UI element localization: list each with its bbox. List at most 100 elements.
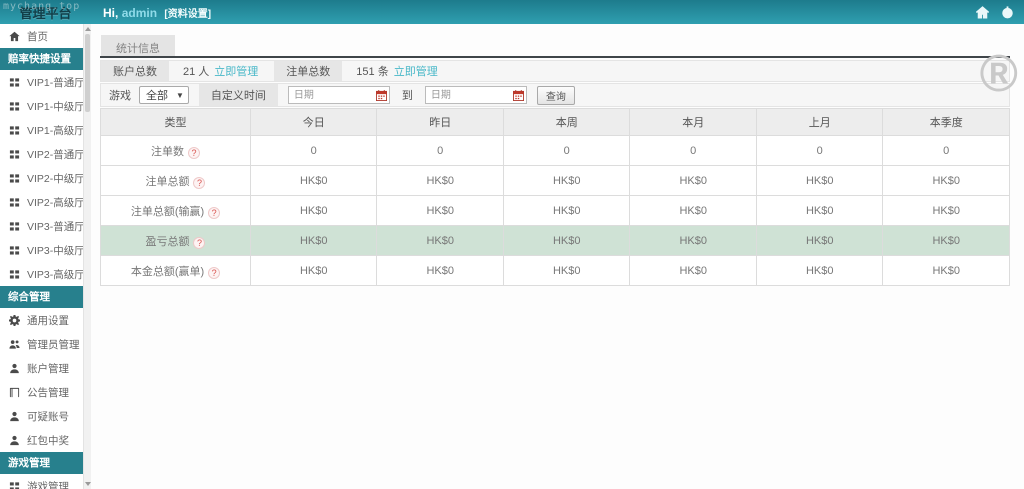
row-label: 本金总额(赢单) — [130, 265, 205, 278]
greeting-prefix: Hi, — [103, 5, 119, 20]
sidebar-section-header: 综合管理 — [0, 286, 91, 308]
top-header-bar: 管理平台 Hi, admin [资料设置] — [0, 0, 1024, 24]
grid-icon — [9, 77, 20, 88]
row-label-cell: 注单总额? — [100, 165, 251, 196]
users-icon — [9, 339, 20, 350]
sidebar-item[interactable]: 游戏管理 — [0, 474, 91, 489]
scrollbar-thumb[interactable] — [85, 34, 90, 112]
sidebar-section-header: 游戏管理 — [0, 452, 91, 474]
value-cell: HK$0 — [882, 255, 1010, 286]
game-select-value: 全部 — [146, 90, 168, 102]
date-from-wrap — [287, 86, 390, 104]
sidebar-item-label: VIP2-中级厅 — [27, 172, 85, 185]
profile-settings-link[interactable]: [资料设置] — [164, 9, 211, 20]
app-title: 管理平台 — [19, 5, 72, 21]
stat-value: 21 人 — [183, 66, 210, 78]
main-content: ® 统计信息 账户总数 21 人立即管理 注单总数 151 条立即管理 游戏 全部 ▼… — [91, 24, 1024, 489]
chevron-down-icon: ▼ — [176, 90, 184, 100]
row-label-cell: 本金总额(赢单)? — [100, 255, 251, 286]
sidebar-item[interactable]: 账户管理 — [0, 356, 91, 380]
sidebar-item[interactable]: VIP3-高级厅 — [0, 262, 91, 286]
sidebar-item-label: VIP2-普通厅 — [27, 148, 85, 161]
value-cell: HK$0 — [502, 255, 631, 286]
row-label: 注单总额 — [145, 175, 190, 188]
stat-label: 注单总数 — [274, 61, 343, 81]
value-cell: HK$0 — [755, 195, 884, 226]
sidebar-item[interactable]: 红包中奖 — [0, 428, 91, 452]
sidebar-item[interactable]: VIP2-高级厅 — [0, 190, 91, 214]
value-cell: HK$0 — [629, 225, 757, 256]
manage-now-link[interactable]: 立即管理 — [394, 63, 438, 79]
sidebar-section-header: 赔率快捷设置 — [0, 48, 91, 70]
help-icon[interactable]: ? — [193, 236, 206, 249]
grid-icon — [9, 197, 20, 208]
row-label: 盈亏总额 — [145, 235, 190, 248]
calendar-icon[interactable] — [512, 89, 524, 101]
help-icon[interactable]: ? — [193, 176, 206, 189]
sidebar-item-label: VIP2-高级厅 — [27, 196, 85, 209]
sidebar-item-label: VIP1-普通厅 — [27, 76, 85, 89]
scroll-down-arrow-icon[interactable] — [85, 482, 91, 486]
sidebar-item[interactable]: 可疑账号 — [0, 404, 91, 428]
sidebar-item[interactable]: VIP1-中级厅 — [0, 94, 91, 118]
power-icon[interactable] — [1001, 5, 1014, 19]
user-icon — [9, 363, 20, 374]
date-to-label: 到 — [401, 90, 413, 102]
sidebar-item[interactable]: VIP3-中级厅 — [0, 238, 91, 262]
grid-icon — [9, 173, 20, 184]
grid-icon — [9, 481, 20, 489]
sidebar-scrollbar[interactable] — [83, 24, 91, 489]
tab-bar: 统计信息 — [100, 35, 1010, 58]
value-cell: HK$0 — [376, 165, 504, 196]
query-button[interactable]: 查询 — [536, 85, 575, 105]
date-from-input[interactable] — [287, 86, 390, 104]
sidebar-item-label: 首页 — [27, 30, 48, 43]
game-filter-label: 游戏 — [109, 90, 131, 102]
home-icon — [9, 31, 20, 42]
help-icon[interactable]: ? — [187, 146, 200, 159]
column-header: 昨日 — [376, 108, 504, 136]
sidebar-item[interactable]: 通用设置 — [0, 308, 91, 332]
table-row: 注单数? 0 0 0 0 0 0 — [100, 135, 1010, 166]
row-label-cell: 注单总额(输赢)? — [100, 195, 251, 226]
custom-time-label: 自定义时间 — [198, 84, 278, 106]
sidebar-item[interactable]: VIP2-普通厅 — [0, 142, 91, 166]
row-label-cell: 盈亏总额? — [100, 225, 251, 256]
table-row: 盈亏总额? HK$0 HK$0 HK$0 HK$0 HK$0 HK$0 — [100, 225, 1010, 256]
sidebar-item[interactable]: VIP1-高级厅 — [0, 118, 91, 142]
manage-now-link[interactable]: 立即管理 — [214, 63, 258, 79]
game-select[interactable]: 全部 ▼ — [139, 86, 189, 104]
sidebar-item[interactable]: VIP3-普通厅 — [0, 214, 91, 238]
sidebar-item[interactable]: 公告管理 — [0, 380, 91, 404]
sidebar-item-label: VIP3-中级厅 — [27, 244, 85, 257]
value-cell: HK$0 — [502, 165, 631, 196]
sidebar-item[interactable]: VIP2-中级厅 — [0, 166, 91, 190]
value-cell: HK$0 — [502, 195, 631, 226]
help-icon[interactable]: ? — [208, 206, 221, 219]
tab-statistics[interactable]: 统计信息 — [101, 35, 175, 56]
column-header: 上月 — [755, 108, 884, 136]
sidebar-item[interactable]: VIP1-普通厅 — [0, 70, 91, 94]
sidebar-item-label: 通用设置 — [27, 314, 69, 327]
user-icon — [9, 411, 20, 422]
value-cell: HK$0 — [629, 195, 757, 226]
value-cell: HK$0 — [376, 195, 504, 226]
home-icon[interactable] — [976, 5, 989, 19]
username[interactable]: admin — [122, 6, 157, 20]
help-icon[interactable]: ? — [208, 266, 221, 279]
sidebar-item[interactable]: 首页 — [0, 24, 91, 48]
admin-page: 管理平台 Hi, admin [资料设置] mychang.top 首页 赔率快捷… — [0, 0, 1024, 489]
scroll-up-arrow-icon[interactable] — [85, 27, 91, 31]
row-label: 注单数 — [150, 145, 184, 158]
value-cell: HK$0 — [249, 165, 378, 196]
greeting: Hi, admin [资料设置] — [103, 5, 211, 20]
value-cell: 0 — [755, 135, 884, 166]
value-cell: HK$0 — [502, 225, 631, 256]
value-cell: HK$0 — [249, 225, 378, 256]
value-cell: HK$0 — [629, 165, 757, 196]
value-cell: 0 — [502, 135, 631, 166]
calendar-icon[interactable] — [375, 89, 387, 101]
date-to-input[interactable] — [424, 86, 527, 104]
value-cell: 0 — [882, 135, 1010, 166]
sidebar-item[interactable]: 管理员管理 — [0, 332, 91, 356]
